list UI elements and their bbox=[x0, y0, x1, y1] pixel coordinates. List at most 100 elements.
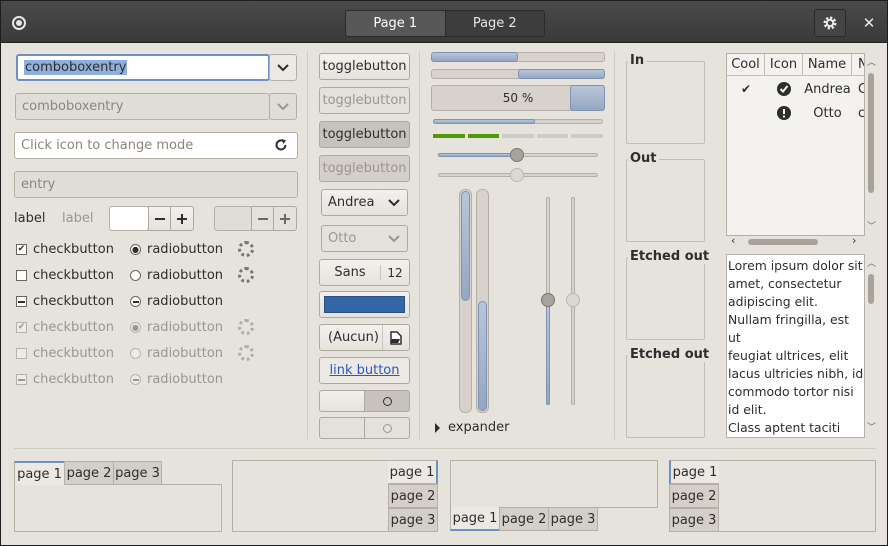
combobox-entry-1[interactable]: comboboxentry bbox=[16, 54, 270, 81]
checkbox-unchecked-icon bbox=[16, 270, 27, 281]
checkbutton-label: checkbutton bbox=[33, 268, 114, 283]
spinner-icon bbox=[238, 267, 254, 283]
disabled-entry-text: entry bbox=[21, 177, 56, 192]
radio-toggle-right[interactable] bbox=[364, 390, 410, 412]
font-button[interactable]: Sans 12 bbox=[319, 259, 410, 286]
frame-in-label: In bbox=[628, 53, 647, 68]
checkbox-unchecked-icon bbox=[16, 348, 27, 359]
font-name: Sans bbox=[320, 265, 381, 280]
notebook-top-tab-1[interactable]: page 1 bbox=[14, 461, 65, 485]
checkbox-mixed-icon bbox=[16, 374, 27, 385]
text-line: feugiat ultrices, elit bbox=[728, 348, 849, 363]
column-header-cool[interactable]: Cool bbox=[727, 54, 765, 75]
radio-toggle-left[interactable] bbox=[319, 390, 365, 412]
frame-etched-out-1 bbox=[626, 257, 705, 340]
chevron-left-icon[interactable]: ‹ bbox=[731, 234, 735, 247]
stack-tab-page-1[interactable]: Page 1 bbox=[346, 11, 446, 36]
checkbutton-unchecked[interactable]: checkbutton bbox=[16, 268, 114, 283]
progress-text-handle[interactable] bbox=[570, 85, 605, 111]
notebook-top-tab-3[interactable]: page 3 bbox=[113, 461, 162, 485]
radio-unchecked-icon bbox=[130, 348, 141, 359]
vscale-1-knob[interactable] bbox=[541, 293, 555, 307]
color-button[interactable] bbox=[319, 291, 410, 318]
segment-off bbox=[502, 134, 534, 138]
chevron-down-icon[interactable]: ﹀ bbox=[867, 219, 876, 232]
checkbutton-label: checkbutton bbox=[33, 372, 114, 387]
notebook-left-tab-3[interactable]: page 3 bbox=[669, 508, 719, 532]
spin-1-minus-button[interactable] bbox=[148, 206, 171, 231]
hscale-1-knob[interactable] bbox=[510, 148, 524, 162]
link-button[interactable]: link button bbox=[319, 357, 410, 384]
settings-button[interactable] bbox=[814, 9, 846, 37]
column-header-name[interactable]: Name bbox=[803, 54, 852, 75]
notebook-right-tab-2[interactable]: page 2 bbox=[388, 484, 438, 508]
text-line: Nullam fringilla, est ut bbox=[728, 312, 849, 345]
tree-row[interactable]: ✔ Andrea C bbox=[727, 77, 864, 101]
notebook-left-tab-1[interactable]: page 1 bbox=[669, 460, 719, 484]
spin-1-plus-button[interactable] bbox=[170, 206, 194, 231]
segment-off bbox=[571, 134, 603, 138]
column-header-icon[interactable]: Icon bbox=[765, 54, 803, 75]
togglebutton-normal[interactable]: togglebutton bbox=[319, 53, 410, 80]
close-button[interactable]: ✕ bbox=[857, 13, 881, 33]
column-header-n[interactable]: N bbox=[852, 54, 864, 75]
window-menu-button[interactable] bbox=[9, 13, 29, 33]
radio-checked-icon: ● bbox=[130, 322, 141, 333]
tree-vscrollbar-thumb[interactable] bbox=[868, 73, 874, 193]
segment-off bbox=[536, 134, 569, 138]
chevron-down-icon bbox=[277, 64, 289, 72]
combo-andrea[interactable]: Andrea bbox=[321, 189, 408, 216]
notebook-top-tab-2[interactable]: page 2 bbox=[64, 461, 114, 485]
text-line: Lorem ipsum dolor sit bbox=[728, 258, 863, 273]
notebook-bottom-tab-2[interactable]: page 2 bbox=[499, 507, 549, 531]
text-view-vscrollbar[interactable]: ︿ ﹀ bbox=[865, 254, 877, 438]
radio-toggle-left-disabled bbox=[319, 417, 365, 439]
notebook-right-tab-1[interactable]: page 1 bbox=[388, 460, 438, 484]
progress-bar-left-fill bbox=[431, 52, 518, 62]
combobox-entry-2-dropdown bbox=[269, 93, 297, 120]
notebook-right-tab-3[interactable]: page 3 bbox=[388, 508, 438, 532]
text-view-vscrollbar-thumb[interactable] bbox=[868, 274, 874, 304]
radiobutton-checked[interactable]: ● radiobutton bbox=[130, 242, 223, 257]
tree-vscrollbar[interactable]: ︿ ﹀ bbox=[865, 53, 877, 236]
radiobutton-label: radiobutton bbox=[147, 294, 224, 309]
vscale-2-knob bbox=[566, 293, 580, 307]
frame-etched-out-1-label: Etched out bbox=[628, 249, 712, 264]
stack-tab-page-2[interactable]: Page 2 bbox=[445, 11, 544, 36]
refresh-icon[interactable] bbox=[274, 138, 288, 156]
radiobutton-unchecked[interactable]: radiobutton bbox=[130, 268, 223, 283]
vertical-separator bbox=[614, 51, 615, 439]
combo-otto: Otto bbox=[321, 225, 408, 252]
chevron-up-icon[interactable]: ︿ bbox=[867, 55, 876, 68]
checkbutton-checked-disabled: ✔ checkbutton bbox=[16, 320, 114, 335]
spin-button-1[interactable] bbox=[109, 206, 149, 231]
chevron-up-icon[interactable]: ︿ bbox=[867, 256, 876, 269]
text-view[interactable]: Lorem ipsum dolor sit amet, consectetur ad… bbox=[726, 254, 865, 438]
radiobutton-inconsistent[interactable]: radiobutton bbox=[130, 294, 223, 309]
row-extra: C bbox=[852, 82, 864, 97]
vscrollbar-1-thumb[interactable] bbox=[461, 191, 470, 301]
checkbutton-inconsistent[interactable]: checkbutton bbox=[16, 294, 114, 309]
combobox-entry-1-dropdown[interactable] bbox=[269, 54, 297, 81]
notebook-left-tab-2[interactable]: page 2 bbox=[669, 484, 719, 508]
chevron-right-icon[interactable]: › bbox=[852, 234, 856, 247]
combo-andrea-label: Andrea bbox=[328, 195, 375, 210]
notebook-bottom-tab-1[interactable]: page 1 bbox=[450, 507, 500, 531]
frame-out bbox=[626, 159, 705, 242]
checkbutton-unchecked-disabled: checkbutton bbox=[16, 346, 114, 361]
togglebutton-active[interactable]: togglebutton bbox=[319, 121, 410, 148]
combobox-entry-2-text: comboboxentry bbox=[22, 99, 124, 114]
vscrollbar-2-thumb[interactable] bbox=[478, 301, 487, 411]
radiobutton-checked-disabled: ● radiobutton bbox=[130, 320, 223, 335]
tree-hscrollbar-thumb[interactable] bbox=[748, 239, 818, 245]
expander[interactable]: expander bbox=[435, 420, 510, 435]
tree-hscrollbar[interactable]: ‹ › bbox=[726, 234, 865, 248]
tree-row[interactable]: Otto c bbox=[727, 101, 864, 125]
checkbutton-checked[interactable]: ✔ checkbutton bbox=[16, 242, 114, 257]
chevron-down-icon[interactable]: ﹀ bbox=[867, 420, 876, 433]
close-icon: ✕ bbox=[862, 14, 876, 32]
notebook-bottom-tab-3[interactable]: page 3 bbox=[548, 507, 598, 531]
file-chooser-button[interactable]: (Aucun) bbox=[319, 324, 410, 351]
icon-entry[interactable]: Click icon to change mode bbox=[14, 132, 298, 159]
text-line: sociosqu ad litora bbox=[728, 437, 864, 438]
